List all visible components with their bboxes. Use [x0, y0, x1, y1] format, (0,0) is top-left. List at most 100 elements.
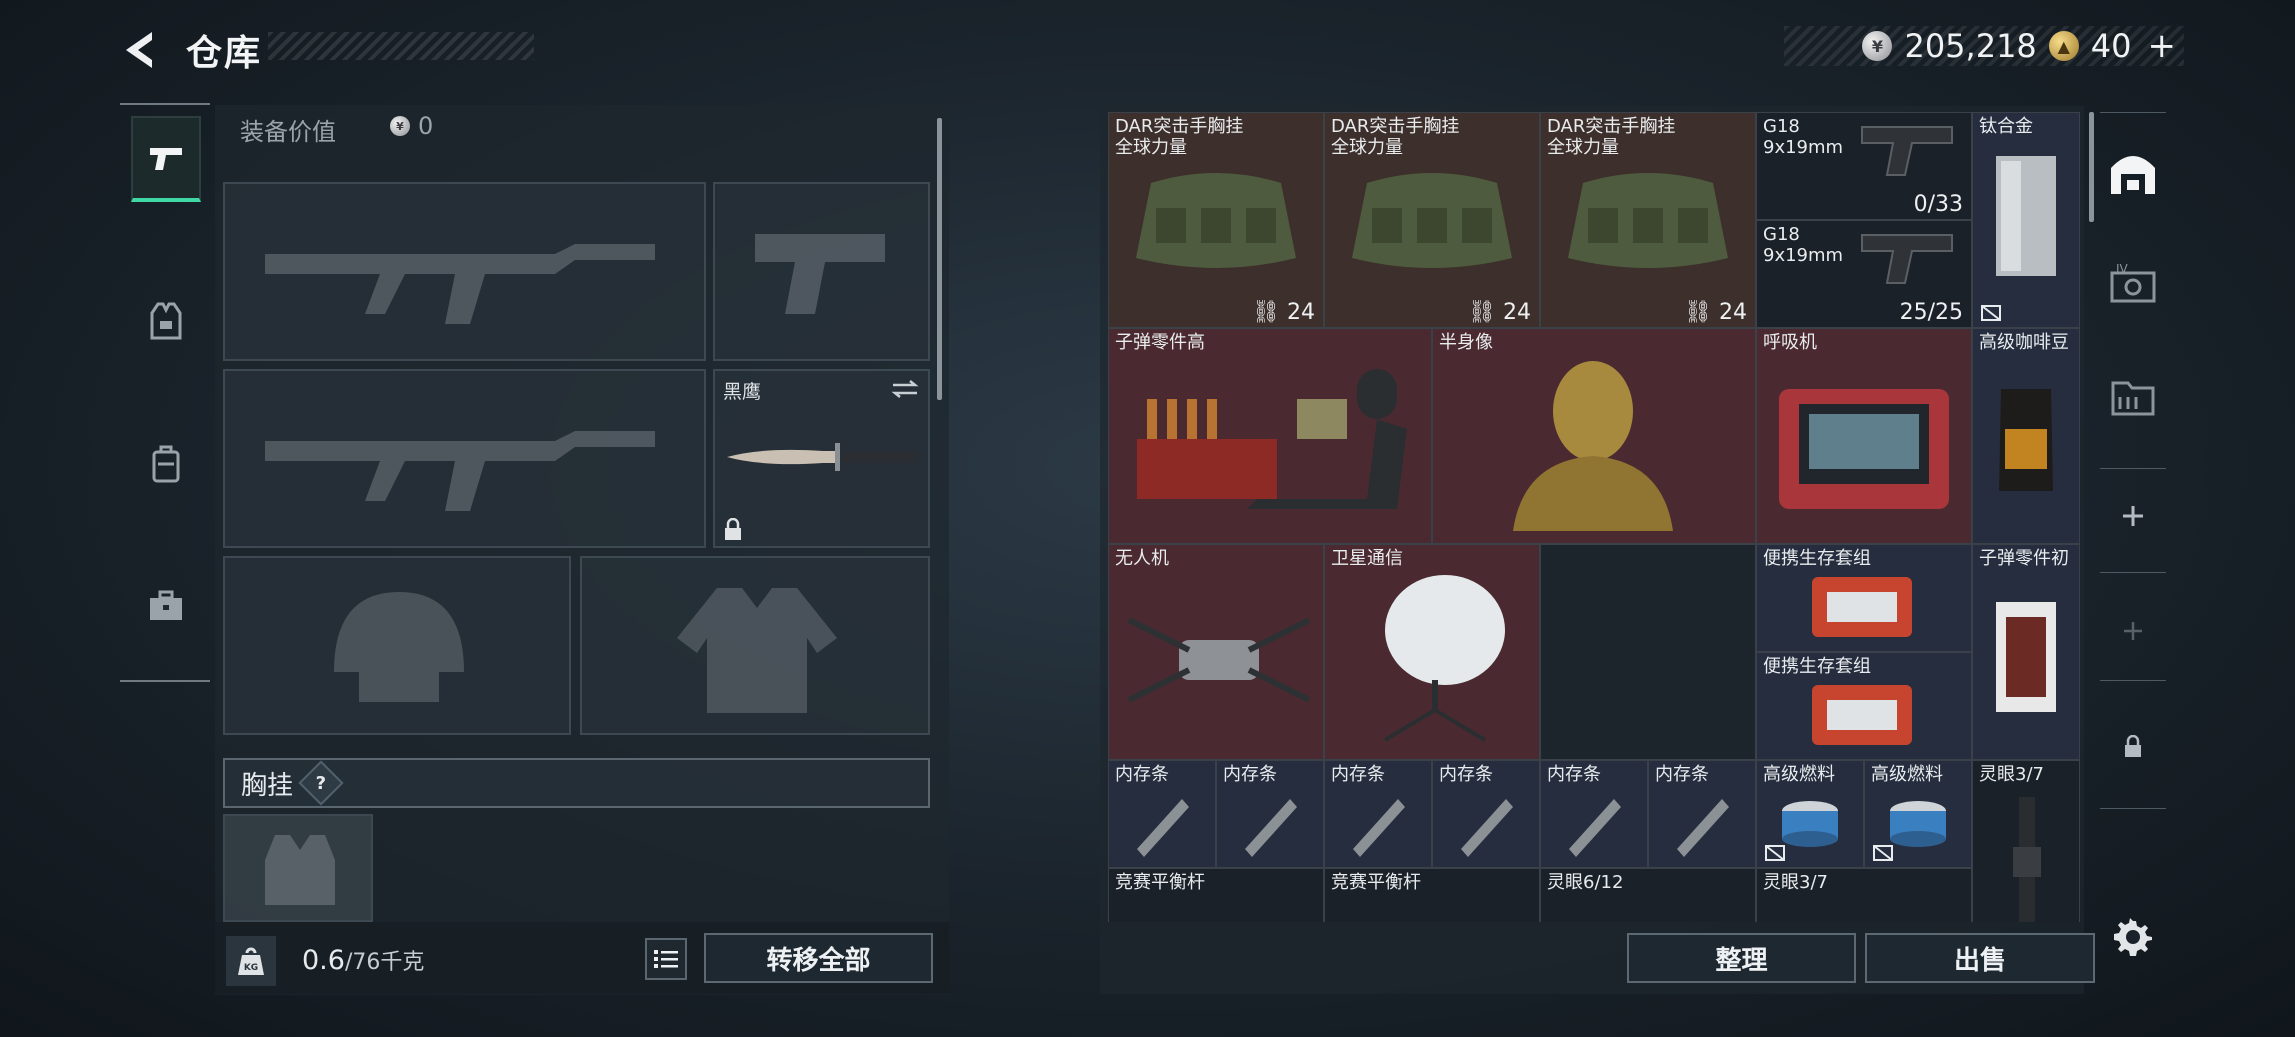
- item-name: 竞赛平衡杆: [1331, 872, 1421, 893]
- warehouse-scrollbar[interactable]: [2089, 112, 2094, 222]
- item-name: 内存条: [1223, 764, 1277, 785]
- item-count: 25/25: [1899, 300, 1963, 325]
- locked-storage-tab[interactable]: [2100, 712, 2166, 782]
- add-currency-button[interactable]: +: [2148, 26, 2177, 66]
- fuel-can-icon: [1890, 801, 1946, 847]
- weight-icon: KG: [226, 936, 276, 986]
- fuel-can-icon: [1782, 801, 1838, 847]
- item-cell[interactable]: 内存条: [1648, 760, 1756, 868]
- equipment-scrollbar[interactable]: [937, 118, 942, 400]
- memory-stick-icon: [1137, 799, 1189, 857]
- item-cell[interactable]: 竞赛平衡杆: [1324, 868, 1540, 922]
- equip-value: ¥ 0: [390, 112, 433, 140]
- transfer-all-button[interactable]: 转移全部: [704, 933, 933, 983]
- secondary-weapon-slot[interactable]: [223, 369, 706, 548]
- weight-max: /76千克: [344, 950, 425, 975]
- item-name: 内存条: [1547, 764, 1601, 785]
- add-storage-button-disabled[interactable]: [2100, 596, 2166, 666]
- svg-text:KG: KG: [244, 963, 258, 973]
- warehouse-grid: DAR突击手胸挂 全球力量 ⛓ 24 DAR突击手胸挂 全球力量 ⛓ 24 DA…: [1108, 112, 2084, 922]
- item-name: DAR突击手胸挂 全球力量: [1331, 116, 1460, 158]
- settings-button[interactable]: [2100, 902, 2166, 972]
- storage-box-icon: IV: [2110, 262, 2156, 303]
- item-cell[interactable]: 内存条: [1108, 760, 1216, 868]
- chest-rig-bag-icon: [1352, 173, 1512, 268]
- item-cell[interactable]: DAR突击手胸挂 全球力量 ⛓ 24: [1540, 112, 1756, 328]
- item-cell[interactable]: 卫星通信: [1324, 544, 1540, 760]
- toolbox-icon: [150, 590, 182, 620]
- item-cell[interactable]: 内存条: [1216, 760, 1324, 868]
- item-cell[interactable]: 高级咖啡豆: [1972, 328, 2080, 544]
- nav-tab-toolbox[interactable]: [131, 563, 201, 649]
- help-icon[interactable]: ?: [298, 760, 344, 806]
- item-cell[interactable]: 竞赛平衡杆: [1108, 868, 1324, 922]
- svg-text:IV: IV: [2116, 262, 2129, 276]
- equip-value-label: 装备价值: [240, 118, 336, 146]
- item-cell[interactable]: 呼吸机: [1756, 328, 1972, 544]
- empty-cell[interactable]: [1540, 544, 1756, 760]
- item-name: 内存条: [1439, 764, 1493, 785]
- pistol-item-icon: [1861, 234, 1953, 284]
- item-cell[interactable]: 内存条: [1324, 760, 1432, 868]
- item-cell[interactable]: 便携生存套组: [1756, 652, 1972, 760]
- item-cell[interactable]: 高级燃料: [1756, 760, 1864, 868]
- back-arrow-icon: [126, 32, 152, 68]
- item-cell[interactable]: 子弹零件高: [1108, 328, 1432, 544]
- gear-icon: [2114, 918, 2152, 956]
- item-cell[interactable]: G18 9x19mm 25/25: [1756, 220, 1972, 328]
- memory-stick-icon: [1461, 799, 1513, 857]
- item-cell[interactable]: 内存条: [1432, 760, 1540, 868]
- helmet-slot[interactable]: [223, 556, 571, 735]
- gold-amount: 40: [2090, 27, 2132, 65]
- item-cell[interactable]: 无人机: [1108, 544, 1324, 760]
- nav-tab-backpack[interactable]: [131, 421, 201, 507]
- knife-icon: [727, 443, 917, 471]
- item-cell[interactable]: 半身像: [1432, 328, 1756, 544]
- list-view-button[interactable]: [645, 938, 687, 980]
- item-cell[interactable]: 子弹零件初: [1972, 544, 2080, 760]
- item-cell[interactable]: 内存条: [1540, 760, 1648, 868]
- item-name: G18 9x19mm: [1763, 116, 1844, 158]
- swap-icon[interactable]: [890, 379, 920, 399]
- pistol-silhouette-icon: [755, 234, 885, 314]
- item-name: G18 9x19mm: [1763, 224, 1844, 266]
- item-name: 灵眼3/7: [1979, 764, 2044, 785]
- equip-value-number: 0: [418, 112, 434, 140]
- item-name: 无人机: [1115, 548, 1169, 569]
- add-storage-button[interactable]: [2100, 481, 2166, 551]
- sort-button[interactable]: 整理: [1627, 933, 1856, 983]
- storage-tab-folder[interactable]: [2100, 362, 2166, 432]
- ammo-parts-icon: [1137, 369, 1407, 509]
- sell-button[interactable]: 出售: [1865, 933, 2095, 983]
- item-cell[interactable]: 灵眼3/7: [1756, 868, 1972, 922]
- nav-divider: [2100, 808, 2166, 809]
- item-cell[interactable]: G18 9x19mm 0/33: [1756, 112, 1972, 220]
- item-cell[interactable]: DAR突击手胸挂 全球力量 ⛓ 24: [1324, 112, 1540, 328]
- plus-icon: [2123, 506, 2143, 526]
- armor-slot[interactable]: [580, 556, 930, 735]
- item-name: 呼吸机: [1763, 332, 1817, 353]
- item-cell[interactable]: 高级燃料: [1864, 760, 1972, 868]
- chest-rig-slot[interactable]: [223, 814, 373, 922]
- warehouse-tab[interactable]: [2100, 138, 2166, 208]
- item-name: 子弹零件初: [1979, 548, 2069, 569]
- item-cell[interactable]: 灵眼3/7: [1972, 760, 2080, 922]
- item-count: ⛓ 24: [1684, 300, 1747, 325]
- item-cell[interactable]: 钛合金: [1972, 112, 2080, 328]
- pistol-slot[interactable]: [713, 182, 930, 361]
- silver-coin-icon: ¥: [1862, 31, 1893, 61]
- item-cell[interactable]: DAR突击手胸挂 全球力量 ⛓ 24: [1108, 112, 1324, 328]
- item-name: 内存条: [1655, 764, 1709, 785]
- lock-icon: [725, 518, 741, 540]
- nav-tab-vest[interactable]: [131, 278, 201, 364]
- storage-tab-4[interactable]: IV: [2100, 248, 2166, 318]
- title-decoration: [268, 32, 534, 60]
- scope-icon: [2013, 797, 2041, 922]
- back-button[interactable]: [118, 26, 166, 74]
- nav-tab-weapons[interactable]: [131, 116, 201, 202]
- item-cell[interactable]: 灵眼6/12: [1540, 868, 1756, 922]
- item-cell[interactable]: 便携生存套组: [1756, 544, 1972, 652]
- memory-stick-icon: [1569, 799, 1621, 857]
- primary-weapon-slot[interactable]: [223, 182, 706, 361]
- melee-slot[interactable]: 黑鹰: [713, 369, 930, 548]
